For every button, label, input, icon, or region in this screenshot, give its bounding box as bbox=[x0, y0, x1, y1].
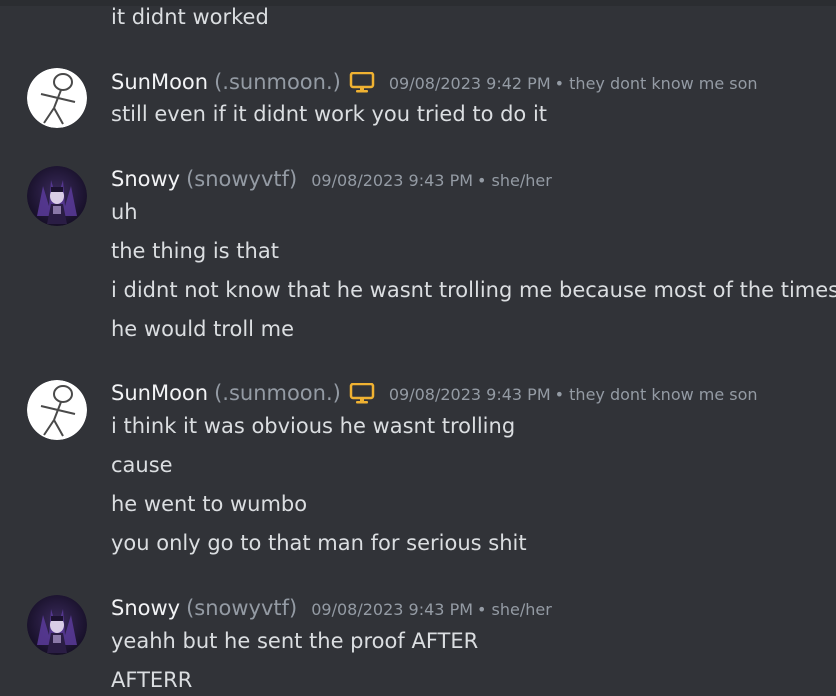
avatar-sunmoon[interactable] bbox=[27, 380, 87, 440]
desktop-icon bbox=[349, 382, 375, 405]
pronouns: • she/her bbox=[477, 171, 552, 190]
timestamp: 09/08/2023 9:43 PM bbox=[388, 385, 551, 404]
username: (snowyvtf) bbox=[186, 167, 298, 191]
avatar-snowy[interactable] bbox=[27, 166, 87, 226]
timestamp: 09/08/2023 9:42 PM bbox=[388, 74, 551, 93]
message-line: the thing is that bbox=[111, 239, 279, 263]
timestamp: 09/08/2023 9:43 PM bbox=[311, 600, 474, 619]
message-header: Snowy (snowyvtf) 09/08/2023 9:43 PM • sh… bbox=[111, 596, 552, 620]
avatar-sunmoon[interactable] bbox=[27, 68, 87, 128]
message-line: i didnt not know that he wasnt trolling … bbox=[111, 278, 836, 302]
message-line: you only go to that man for serious shit bbox=[111, 531, 527, 555]
message-header: Snowy (snowyvtf) 09/08/2023 9:43 PM • sh… bbox=[111, 167, 552, 191]
author-name[interactable]: Snowy bbox=[111, 167, 180, 191]
timestamp: 09/08/2023 9:43 PM bbox=[311, 171, 474, 190]
author-name[interactable]: SunMoon bbox=[111, 381, 208, 405]
message-line: he would troll me bbox=[111, 317, 295, 341]
message-line: he went to wumbo bbox=[111, 492, 308, 516]
message-line: still even if it didnt work you tried to… bbox=[111, 102, 548, 126]
username: (.sunmoon.) bbox=[214, 381, 341, 405]
message-line: cause bbox=[111, 453, 173, 477]
desktop-icon bbox=[349, 71, 375, 94]
message-header: SunMoon (.sunmoon.) 09/08/2023 9:43 PM •… bbox=[111, 381, 758, 405]
message-line: uh bbox=[111, 200, 138, 224]
author-name[interactable]: SunMoon bbox=[111, 70, 208, 94]
message-header: SunMoon (.sunmoon.) 09/08/2023 9:42 PM •… bbox=[111, 70, 758, 94]
character-avatar-icon bbox=[27, 595, 87, 655]
pronouns: • they dont know me son bbox=[554, 74, 758, 93]
avatar-snowy[interactable] bbox=[27, 595, 87, 655]
pronouns: • she/her bbox=[477, 600, 552, 619]
message-line: yeahh but he sent the proof AFTER bbox=[111, 629, 479, 653]
stick-figure-icon bbox=[27, 68, 87, 128]
stick-figure-icon bbox=[27, 380, 87, 440]
username: (.sunmoon.) bbox=[214, 70, 341, 94]
pronouns: • they dont know me son bbox=[554, 385, 758, 404]
message-line: it didnt worked bbox=[111, 5, 269, 29]
character-avatar-icon bbox=[27, 166, 87, 226]
username: (snowyvtf) bbox=[186, 596, 298, 620]
message-line: AFTERR bbox=[111, 668, 193, 692]
author-name[interactable]: Snowy bbox=[111, 596, 180, 620]
chat-messages: it didnt worked SunMoon (.sunmoon.) 09/0… bbox=[0, 0, 836, 696]
message-line: i think it was obvious he wasnt trolling bbox=[111, 414, 516, 438]
